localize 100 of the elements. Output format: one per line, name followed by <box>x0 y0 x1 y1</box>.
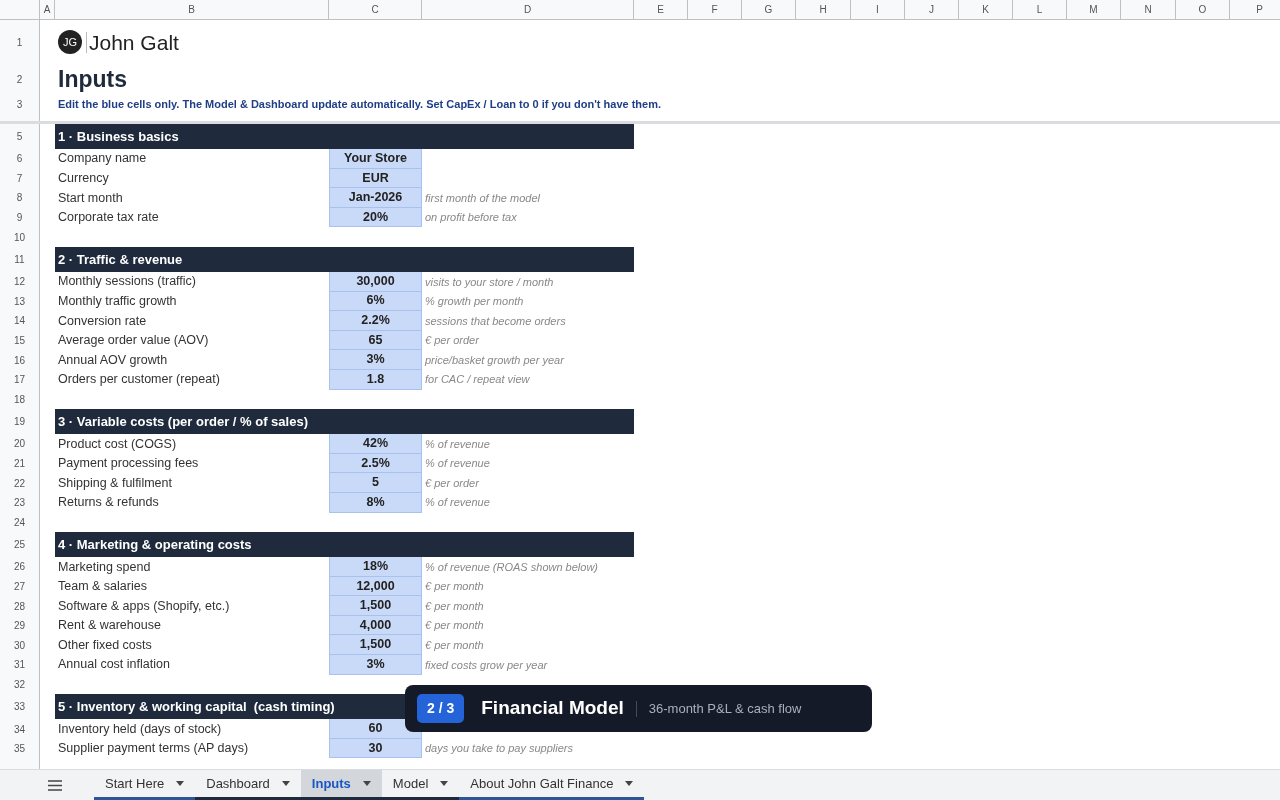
input-cell[interactable]: 3% <box>329 655 422 675</box>
field-label: Payment processing fees <box>58 455 199 473</box>
row-number: 33 <box>0 694 40 720</box>
field-label: Rent & warehouse <box>58 617 161 635</box>
input-cell[interactable]: 30,000 <box>329 271 422 292</box>
input-cell[interactable]: 1,500 <box>329 596 422 616</box>
input-cell[interactable]: 2.2% <box>329 311 422 331</box>
column-header: G <box>742 0 796 19</box>
field-label: Team & salaries <box>58 578 147 596</box>
row-number: 27 <box>0 576 40 597</box>
input-cell[interactable]: 2.5% <box>329 453 422 474</box>
row-number: 11 <box>0 246 40 272</box>
column-header: E <box>634 0 688 19</box>
column-header: P <box>1230 0 1280 19</box>
input-cell[interactable]: EUR <box>329 168 422 189</box>
row-number: 28 <box>0 596 40 616</box>
field-label: Shipping & fulfilment <box>58 474 172 492</box>
author-name: John Galt <box>86 31 179 53</box>
field-label: Supplier payment terms (AP days) <box>58 740 249 758</box>
input-cell[interactable]: Jan-2026 <box>329 188 422 208</box>
field-label: Start month <box>58 189 123 207</box>
field-note: days you take to pay suppliers <box>425 741 573 757</box>
sheet-tab[interactable]: About John Galt Finance <box>459 770 645 800</box>
field-note: % growth per month <box>425 294 524 310</box>
column-header: N <box>1121 0 1176 19</box>
row-number: 35 <box>0 738 40 759</box>
field-label: Annual cost inflation <box>58 656 170 674</box>
field-label: Other fixed costs <box>58 636 152 654</box>
sheet-tab[interactable]: Inputs <box>300 770 382 800</box>
field-note: € per order <box>425 475 479 491</box>
input-cell[interactable]: 20% <box>329 207 422 228</box>
row-number: 12 <box>0 271 40 292</box>
row-number: 22 <box>0 473 40 493</box>
field-note: % of revenue <box>425 456 490 472</box>
column-header: C <box>329 0 422 19</box>
column-header: I <box>851 0 905 19</box>
column-header: O <box>1176 0 1230 19</box>
row-number: 24 <box>0 512 40 533</box>
column-header: A <box>40 0 55 19</box>
row-number: 26 <box>0 557 40 577</box>
field-note: % of revenue (ROAS shown below) <box>425 559 599 575</box>
sheet-tab[interactable]: Model <box>381 770 460 800</box>
sheet-tab[interactable]: Start Here <box>94 770 196 800</box>
input-cell[interactable]: 6% <box>329 291 422 312</box>
avatar-logo: JG <box>58 30 82 54</box>
field-label: Monthly traffic growth <box>58 293 177 310</box>
input-cell[interactable]: 1.8 <box>329 369 422 390</box>
toast-title: Financial Model <box>481 696 624 721</box>
field-note: € per month <box>425 598 484 614</box>
sheet-title: Inputs <box>58 65 127 94</box>
input-cell[interactable]: 1,500 <box>329 635 422 656</box>
input-cell[interactable]: 3% <box>329 350 422 370</box>
caret-icon <box>440 781 449 786</box>
input-cell[interactable]: Your Store <box>329 149 422 169</box>
row-number: 17 <box>0 369 40 390</box>
input-cell[interactable]: 65 <box>329 330 422 351</box>
field-label: Annual AOV growth <box>58 351 168 369</box>
column-header: L <box>1013 0 1067 19</box>
section-header: 2 · Traffic & revenue <box>55 246 634 272</box>
row-number: 13 <box>0 291 40 312</box>
section-header: 1 · Business basics <box>55 124 634 149</box>
input-cell[interactable]: 18% <box>329 557 422 577</box>
column-header: M <box>1067 0 1121 19</box>
input-cell[interactable]: 4,000 <box>329 615 422 636</box>
toast-subtitle: 36-month P&L & cash flow <box>648 699 802 718</box>
row-number: 3 <box>0 95 40 113</box>
field-label: Software & apps (Shopify, etc.) <box>58 597 230 615</box>
row-number: 30 <box>0 635 40 656</box>
caret-icon <box>281 781 290 786</box>
field-label: Inventory held (days of stock) <box>58 720 222 738</box>
row-number: 18 <box>0 389 40 410</box>
field-label: Corporate tax rate <box>58 209 159 227</box>
field-label: Company name <box>58 150 147 168</box>
field-note: price/basket growth per year <box>425 352 564 368</box>
caret-icon <box>176 781 185 786</box>
field-label: Product cost (COGS) <box>58 435 177 453</box>
row-number: 16 <box>0 350 40 370</box>
column-header: D <box>422 0 634 19</box>
field-note: € per month <box>425 618 484 634</box>
row-number: 7 <box>0 168 40 189</box>
input-cell[interactable]: 8% <box>329 492 422 513</box>
field-note: € per month <box>425 579 484 595</box>
input-cell[interactable]: 12,000 <box>329 576 422 597</box>
field-note: visits to your store / month <box>425 274 554 290</box>
row-number: 21 <box>0 453 40 474</box>
instruction-text: Edit the blue cells only. The Model & Dashboard update automatically. Set CapEx / Loan to 0 if you don't have them. <box>58 97 662 112</box>
row-number: 23 <box>0 492 40 513</box>
row-number: 10 <box>0 227 40 247</box>
column-header: B <box>55 0 329 19</box>
row-number: 31 <box>0 655 40 675</box>
section-header: 4 · Marketing & operating costs <box>55 532 634 558</box>
input-cell[interactable]: 5 <box>329 473 422 493</box>
section-header: 3 · Variable costs (per order / % of sales) <box>55 409 634 435</box>
input-cell[interactable]: 42% <box>329 434 422 454</box>
field-note: first month of the model <box>425 190 540 206</box>
input-cell[interactable]: 30 <box>329 738 422 759</box>
field-note: % of revenue <box>425 436 490 452</box>
field-label: Average order value (AOV) <box>58 332 209 350</box>
row-number: 19 <box>0 409 40 435</box>
field-note: for CAC / repeat view <box>425 372 530 388</box>
